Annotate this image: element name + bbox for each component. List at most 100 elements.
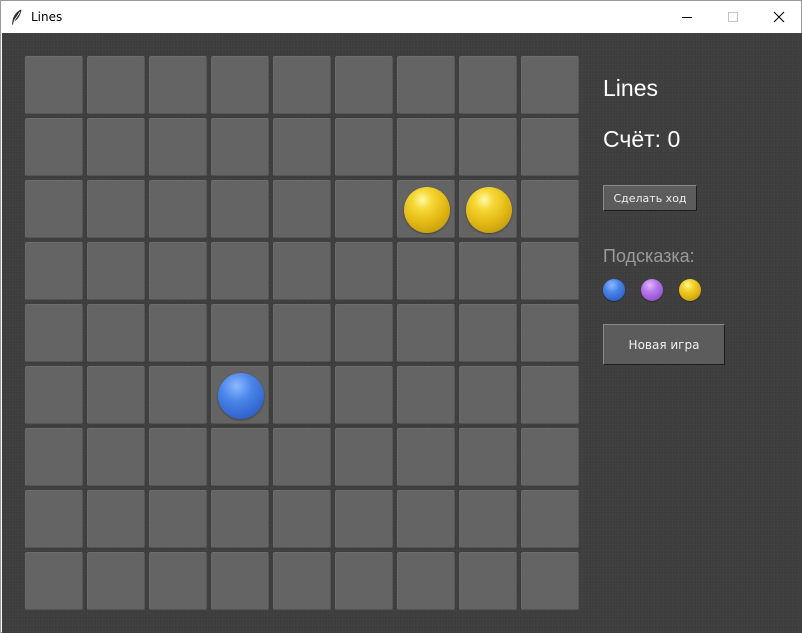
board-cell[interactable] xyxy=(149,56,207,114)
yellow-ball[interactable] xyxy=(404,187,450,233)
board-cell[interactable] xyxy=(459,180,517,238)
board-cell[interactable] xyxy=(397,304,455,362)
board-cell[interactable] xyxy=(273,366,331,424)
board-cell[interactable] xyxy=(521,242,579,300)
board-cell[interactable] xyxy=(397,180,455,238)
board-cell[interactable] xyxy=(25,118,83,176)
board-cell[interactable] xyxy=(87,242,145,300)
board-cell[interactable] xyxy=(335,366,393,424)
board-cell[interactable] xyxy=(149,490,207,548)
board-cell[interactable] xyxy=(459,428,517,486)
board-cell[interactable] xyxy=(335,242,393,300)
board-cell[interactable] xyxy=(273,242,331,300)
board-cell[interactable] xyxy=(459,552,517,610)
board-cell[interactable] xyxy=(459,490,517,548)
board-cell[interactable] xyxy=(87,428,145,486)
board-cell[interactable] xyxy=(521,428,579,486)
board-cell[interactable] xyxy=(273,428,331,486)
board-cell[interactable] xyxy=(335,56,393,114)
board-cell[interactable] xyxy=(149,366,207,424)
board-cell[interactable] xyxy=(521,366,579,424)
title-bar[interactable]: Lines xyxy=(1,1,801,32)
board-cell[interactable] xyxy=(25,366,83,424)
board-cell[interactable] xyxy=(335,118,393,176)
board-cell[interactable] xyxy=(25,180,83,238)
board-cell[interactable] xyxy=(273,552,331,610)
minimize-button[interactable] xyxy=(664,1,710,32)
board-cell[interactable] xyxy=(335,304,393,362)
maximize-button[interactable] xyxy=(710,1,756,32)
new-game-button[interactable]: Новая игра xyxy=(603,324,725,365)
board-cell[interactable] xyxy=(25,552,83,610)
board-cell[interactable] xyxy=(149,118,207,176)
board-cell[interactable] xyxy=(211,242,269,300)
board-cell[interactable] xyxy=(87,490,145,548)
board-cell[interactable] xyxy=(273,304,331,362)
blue-ball[interactable] xyxy=(218,373,264,419)
board-cell[interactable] xyxy=(397,118,455,176)
board-cell[interactable] xyxy=(211,180,269,238)
board-cell[interactable] xyxy=(459,56,517,114)
board-cell[interactable] xyxy=(211,552,269,610)
board-cell[interactable] xyxy=(397,490,455,548)
board-cell[interactable] xyxy=(149,304,207,362)
board-cell[interactable] xyxy=(25,490,83,548)
board-cell[interactable] xyxy=(459,304,517,362)
window-title: Lines xyxy=(31,10,63,24)
hint-ball-purple xyxy=(641,279,663,301)
board-cell[interactable] xyxy=(459,242,517,300)
board-cell[interactable] xyxy=(397,428,455,486)
board-cell[interactable] xyxy=(397,242,455,300)
board-cell[interactable] xyxy=(25,56,83,114)
board-cell[interactable] xyxy=(521,180,579,238)
board-cell[interactable] xyxy=(211,490,269,548)
board-cell[interactable] xyxy=(521,552,579,610)
board-cell[interactable] xyxy=(521,56,579,114)
board-cell[interactable] xyxy=(25,428,83,486)
board-cell[interactable] xyxy=(211,366,269,424)
game-board xyxy=(25,56,581,612)
hint-label: Подсказка: xyxy=(603,246,695,266)
board-cell[interactable] xyxy=(459,118,517,176)
board-cell[interactable] xyxy=(521,490,579,548)
board-cell[interactable] xyxy=(397,366,455,424)
board-cell[interactable] xyxy=(397,552,455,610)
board-cell[interactable] xyxy=(149,180,207,238)
board-cell[interactable] xyxy=(459,366,517,424)
board-cell[interactable] xyxy=(211,118,269,176)
board-cell[interactable] xyxy=(521,118,579,176)
board-cell[interactable] xyxy=(273,490,331,548)
yellow-ball[interactable] xyxy=(466,187,512,233)
close-icon xyxy=(773,11,785,22)
board-cell[interactable] xyxy=(87,552,145,610)
board-cell[interactable] xyxy=(335,180,393,238)
board-cell[interactable] xyxy=(25,242,83,300)
board-cell[interactable] xyxy=(87,118,145,176)
board-cell[interactable] xyxy=(397,56,455,114)
board-cell[interactable] xyxy=(273,180,331,238)
close-button[interactable] xyxy=(756,1,802,32)
board-cell[interactable] xyxy=(273,56,331,114)
board-cell[interactable] xyxy=(521,304,579,362)
board-cell[interactable] xyxy=(87,180,145,238)
board-cell[interactable] xyxy=(149,428,207,486)
board-cell[interactable] xyxy=(87,304,145,362)
board-cell[interactable] xyxy=(87,56,145,114)
board-cell[interactable] xyxy=(149,552,207,610)
board-cell[interactable] xyxy=(335,552,393,610)
board-cell[interactable] xyxy=(87,366,145,424)
board-cell[interactable] xyxy=(25,304,83,362)
minimize-icon xyxy=(682,16,692,18)
board-cell[interactable] xyxy=(273,118,331,176)
make-move-button[interactable]: Сделать ход xyxy=(603,185,697,211)
board-cell[interactable] xyxy=(335,490,393,548)
app-window: Lines Lines Счёт: 0 Сделать ход Подсказк… xyxy=(0,0,802,633)
feather-icon xyxy=(12,9,22,25)
board-cell[interactable] xyxy=(335,428,393,486)
board-cell[interactable] xyxy=(211,56,269,114)
board-cell[interactable] xyxy=(211,304,269,362)
board-cell[interactable] xyxy=(211,428,269,486)
board-cell[interactable] xyxy=(149,242,207,300)
hint-ball-yellow xyxy=(679,279,701,301)
maximize-icon xyxy=(728,11,738,22)
